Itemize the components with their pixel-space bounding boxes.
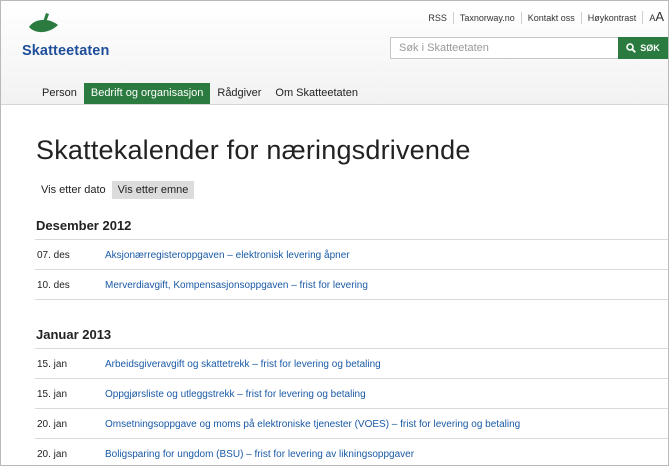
list-item: 15. jan Arbeidsgiveravgift og skattetrek… bbox=[37, 358, 381, 372]
text-size-large[interactable]: A bbox=[655, 9, 664, 24]
high-contrast-link[interactable]: Høykontrast bbox=[580, 11, 643, 24]
entry-link[interactable]: Merverdiavgift, Kompensasjonsoppgaven – … bbox=[105, 279, 368, 293]
tab-bedrift-og-organisasjon[interactable]: Bedrift og organisasjon bbox=[83, 83, 211, 104]
skatteetaten-logo-icon[interactable] bbox=[26, 11, 60, 37]
divider bbox=[35, 239, 668, 240]
divider bbox=[35, 438, 668, 439]
entry-link[interactable]: Aksjonærregisteroppgaven – elektronisk l… bbox=[105, 249, 350, 263]
search-input[interactable] bbox=[390, 37, 618, 59]
tab-radgiver[interactable]: Rådgiver bbox=[210, 83, 268, 104]
page-frame: Skatteetaten RSS Taxnorway.no Kontakt os… bbox=[0, 0, 669, 466]
divider bbox=[35, 269, 668, 270]
month-heading: Desember 2012 bbox=[36, 218, 132, 233]
entry-link[interactable]: Boligsparing for ungdom (BSU) – frist fo… bbox=[105, 448, 414, 462]
month-heading: Januar 2013 bbox=[36, 327, 112, 342]
main-nav: Person Bedrift og organisasjon Rådgiver … bbox=[35, 83, 365, 104]
list-item: 10. des Merverdiavgift, Kompensasjonsopp… bbox=[37, 279, 368, 293]
divider bbox=[35, 299, 668, 300]
entry-date: 10. des bbox=[37, 280, 70, 291]
site-header: Skatteetaten RSS Taxnorway.no Kontakt os… bbox=[1, 1, 668, 105]
entry-link[interactable]: Oppgjørsliste og utleggstrekk – frist fo… bbox=[105, 388, 366, 402]
entry-date: 15. jan bbox=[37, 389, 68, 400]
list-item: 07. des Aksjonærregisteroppgaven – elekt… bbox=[37, 249, 350, 263]
page-title: Skattekalender for næringsdrivende bbox=[36, 135, 471, 165]
list-item: 20. jan Omsetningsoppgave og moms på ele… bbox=[37, 418, 520, 432]
search-icon bbox=[626, 43, 637, 53]
utility-links: RSS Taxnorway.no Kontakt oss Høykontrast… bbox=[422, 9, 664, 24]
search-bar: SØK bbox=[390, 37, 668, 59]
tab-vis-etter-emne[interactable]: Vis etter emne bbox=[111, 181, 195, 199]
contact-link[interactable]: Kontakt oss bbox=[520, 11, 581, 24]
tab-om-skatteetaten[interactable]: Om Skatteetaten bbox=[268, 83, 365, 104]
search-button[interactable]: SØK bbox=[618, 37, 668, 59]
brand-name[interactable]: Skatteetaten bbox=[22, 43, 109, 59]
tab-vis-etter-dato[interactable]: Vis etter dato bbox=[35, 181, 112, 199]
divider bbox=[35, 348, 668, 349]
tab-person[interactable]: Person bbox=[35, 83, 84, 104]
entry-date: 15. jan bbox=[37, 359, 68, 370]
taxnorway-link[interactable]: Taxnorway.no bbox=[452, 11, 521, 24]
text-size-control[interactable]: AA bbox=[642, 9, 664, 24]
view-tabs: Vis etter dato Vis etter emne bbox=[35, 181, 195, 199]
entry-link[interactable]: Arbeidsgiveravgift og skattetrekk – fris… bbox=[105, 358, 381, 372]
divider bbox=[35, 408, 668, 409]
entry-date: 20. jan bbox=[37, 419, 68, 430]
entry-date: 20. jan bbox=[37, 449, 68, 460]
divider bbox=[35, 378, 668, 379]
rss-link[interactable]: RSS bbox=[422, 12, 453, 24]
search-button-label: SØK bbox=[640, 43, 660, 53]
entry-link[interactable]: Omsetningsoppgave og moms på elektronisk… bbox=[105, 418, 520, 432]
list-item: 20. jan Boligsparing for ungdom (BSU) – … bbox=[37, 448, 414, 462]
entry-date: 07. des bbox=[37, 250, 70, 261]
list-item: 15. jan Oppgjørsliste og utleggstrekk – … bbox=[37, 388, 366, 402]
